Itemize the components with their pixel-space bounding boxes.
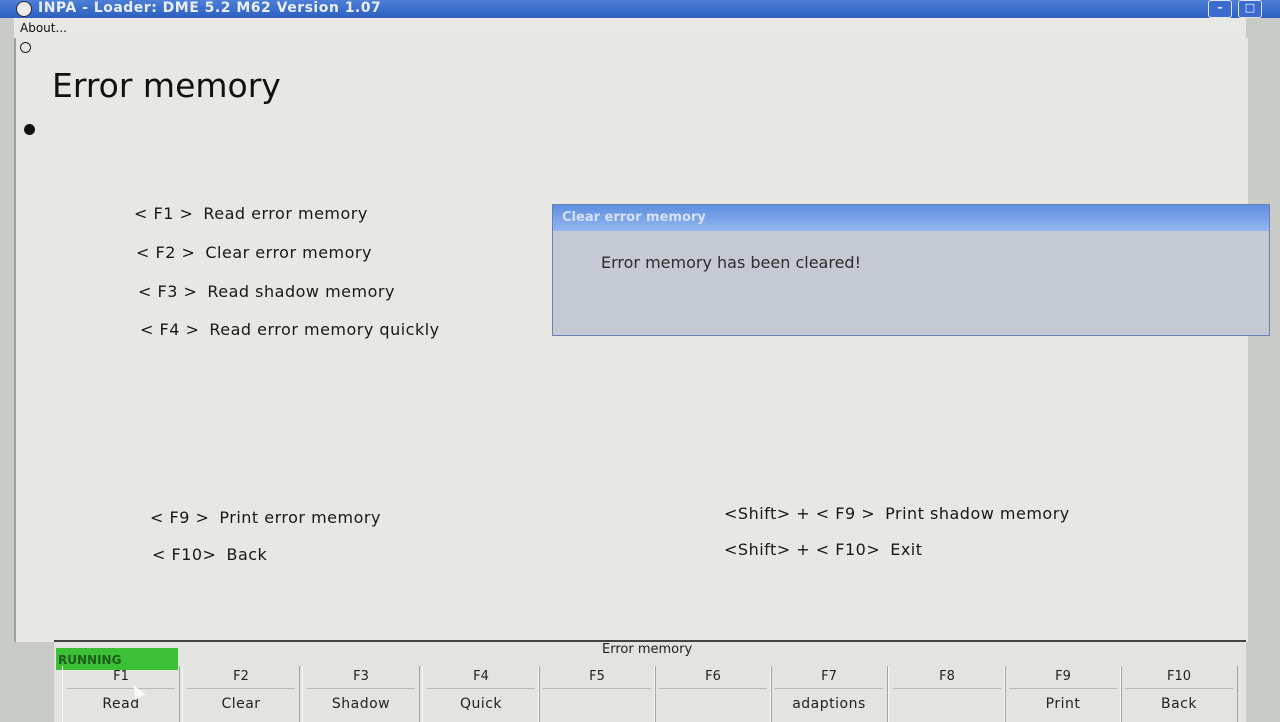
- circle-icon: [20, 42, 31, 53]
- option-label: Read error memory: [203, 204, 368, 223]
- fkey-name: F10: [1166, 669, 1192, 684]
- main-content: Error memory < F1 > Read error memory < F…: [14, 38, 1270, 642]
- fkey-f6[interactable]: F6: [654, 666, 772, 722]
- status-text: Error memory: [602, 642, 693, 657]
- dialog-title: Clear error memory: [553, 205, 1269, 231]
- option-f4: < F4 > Read error memory quickly: [140, 320, 440, 339]
- fkey-name: F4: [473, 669, 489, 684]
- fkey-divider: [1125, 688, 1233, 689]
- fkey-divider: [187, 688, 295, 689]
- fkey-label: Clear: [221, 696, 261, 712]
- fkey-divider: [1009, 688, 1117, 689]
- fkey-divider: [893, 688, 1001, 689]
- fkey-divider: [427, 688, 535, 689]
- option-f3: < F3 > Read shadow memory: [138, 282, 395, 301]
- fkey-f5[interactable]: F5: [538, 666, 656, 722]
- fkey-name: F2: [233, 669, 249, 684]
- option-label: Back: [226, 545, 268, 564]
- fkey-name: F9: [1055, 669, 1071, 684]
- menu-bar: About...: [14, 18, 1246, 38]
- title-bar: INPA - Loader: DME 5.2 M62 Version 1.07 …: [0, 0, 1280, 18]
- option-key: <Shift> + < F9 >: [724, 504, 876, 523]
- fkey-label: Quick: [459, 696, 503, 712]
- fkey-divider: [307, 688, 415, 689]
- fkey-label: Shadow: [331, 696, 391, 712]
- page-title: Error memory: [52, 66, 281, 105]
- option-label: Exit: [890, 540, 923, 559]
- fkey-name: F5: [589, 669, 605, 684]
- option-f2: < F2 > Clear error memory: [136, 243, 372, 262]
- fkey-f9[interactable]: F9 Print: [1004, 666, 1122, 722]
- option-shift-f9: <Shift> + < F9 > Print shadow memory: [724, 504, 1070, 523]
- fkey-name: F1: [113, 669, 129, 684]
- option-label: Print shadow memory: [885, 504, 1070, 523]
- fkey-f2[interactable]: F2 Clear: [182, 666, 300, 722]
- option-key: < F2 >: [136, 243, 196, 262]
- fkey-divider: [659, 688, 767, 689]
- fkey-name: F8: [939, 669, 955, 684]
- fkey-f1[interactable]: F1 Read: [62, 666, 180, 722]
- fkey-label: Back: [1161, 696, 1197, 712]
- option-key: < F3 >: [138, 282, 198, 301]
- fkey-f10[interactable]: F10 Back: [1120, 666, 1238, 722]
- fkey-divider: [775, 688, 883, 689]
- clear-memory-dialog: Clear error memory Error memory has been…: [552, 204, 1270, 336]
- fkey-divider: [67, 688, 175, 689]
- option-label: Read error memory quickly: [209, 320, 440, 339]
- fkey-name: F7: [821, 669, 837, 684]
- fkey-divider: [543, 688, 651, 689]
- dialog-message: Error memory has been cleared!: [601, 253, 861, 272]
- fkey-f7[interactable]: F7 adaptions: [770, 666, 888, 722]
- fkey-f3[interactable]: F3 Shadow: [302, 666, 420, 722]
- fkey-label: adaptions: [792, 696, 866, 712]
- minimize-icon[interactable]: –: [1208, 0, 1232, 18]
- option-f10: < F10> Back: [152, 545, 267, 564]
- fkey-label: Print: [1045, 696, 1081, 712]
- option-key: < F4 >: [140, 320, 200, 339]
- bullet-icon: [24, 124, 35, 135]
- fkey-f4[interactable]: F4 Quick: [422, 666, 540, 722]
- window-title: INPA - Loader: DME 5.2 M62 Version 1.07: [38, 0, 382, 16]
- option-label: Read shadow memory: [207, 282, 395, 301]
- option-f9: < F9 > Print error memory: [150, 508, 381, 527]
- status-bar: RUNNING Error memory F1 Read F2 Clear F3…: [54, 640, 1246, 722]
- app-icon[interactable]: [16, 1, 32, 17]
- option-key: < F10>: [152, 545, 217, 564]
- option-label: Clear error memory: [205, 243, 372, 262]
- fkey-name: F3: [353, 669, 369, 684]
- fkey-label: Read: [102, 696, 140, 712]
- maximize-icon[interactable]: □: [1238, 0, 1262, 18]
- option-label: Print error memory: [219, 508, 381, 527]
- option-key: <Shift> + < F10>: [724, 540, 881, 559]
- option-shift-f10: <Shift> + < F10> Exit: [724, 540, 923, 559]
- fkey-name: F6: [705, 669, 721, 684]
- option-f1: < F1 > Read error memory: [134, 204, 368, 223]
- menu-about[interactable]: About...: [20, 18, 67, 38]
- fkey-f8[interactable]: F8: [888, 666, 1006, 722]
- option-key: < F1 >: [134, 204, 194, 223]
- option-key: < F9 >: [150, 508, 210, 527]
